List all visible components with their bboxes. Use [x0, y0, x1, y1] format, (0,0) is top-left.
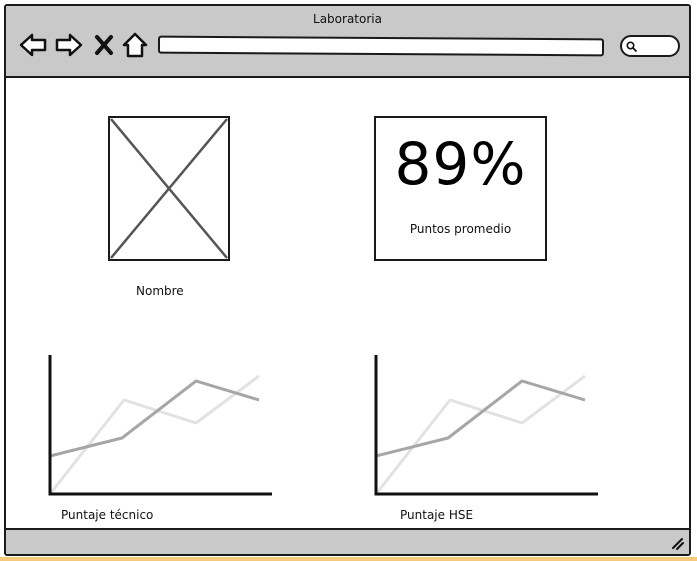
address-bar[interactable] — [157, 35, 605, 57]
line-chart-icon — [48, 355, 272, 496]
technical-score-label: Puntaje técnico — [61, 508, 154, 522]
chart-series-light — [374, 374, 586, 495]
score-card: 89% Puntos promedio — [374, 116, 547, 261]
resize-grip-icon — [672, 538, 684, 550]
browser-window: Laboratoria Nombre 89% Puntos promedio P… — [4, 4, 691, 556]
search-icon — [626, 41, 637, 52]
score-value: 89% — [394, 130, 527, 198]
technical-score-chart — [44, 350, 284, 500]
score-label: Puntos promedio — [409, 222, 512, 236]
chart-series-light — [48, 374, 260, 495]
home-button[interactable] — [120, 30, 150, 60]
image-placeholder-icon — [110, 118, 228, 259]
profile-photo-placeholder — [108, 116, 230, 261]
hse-score-label: Puntaje HSE — [400, 508, 474, 522]
close-icon — [95, 35, 113, 55]
chart-axes — [48, 355, 272, 496]
page-content: Nombre 89% Puntos promedio Puntaje técni… — [6, 78, 689, 532]
arrow-right-icon — [55, 33, 83, 57]
hse-score-chart — [370, 350, 610, 500]
window-title: Laboratoria — [313, 12, 382, 26]
status-bar — [6, 528, 689, 554]
line-chart-icon — [374, 355, 598, 496]
chart-series-dark — [49, 379, 260, 458]
back-button[interactable] — [18, 30, 48, 60]
chart-axes — [374, 355, 598, 496]
search-field[interactable] — [620, 35, 680, 57]
resize-handle[interactable] — [669, 535, 685, 551]
stop-button[interactable] — [92, 30, 116, 60]
forward-button[interactable] — [54, 30, 84, 60]
bottom-accent-line — [0, 557, 697, 561]
arrow-left-icon — [19, 33, 47, 57]
browser-toolbar: Laboratoria — [6, 6, 689, 78]
chart-series-dark — [375, 379, 586, 458]
name-label: Nombre — [136, 284, 184, 298]
home-icon — [122, 32, 148, 58]
